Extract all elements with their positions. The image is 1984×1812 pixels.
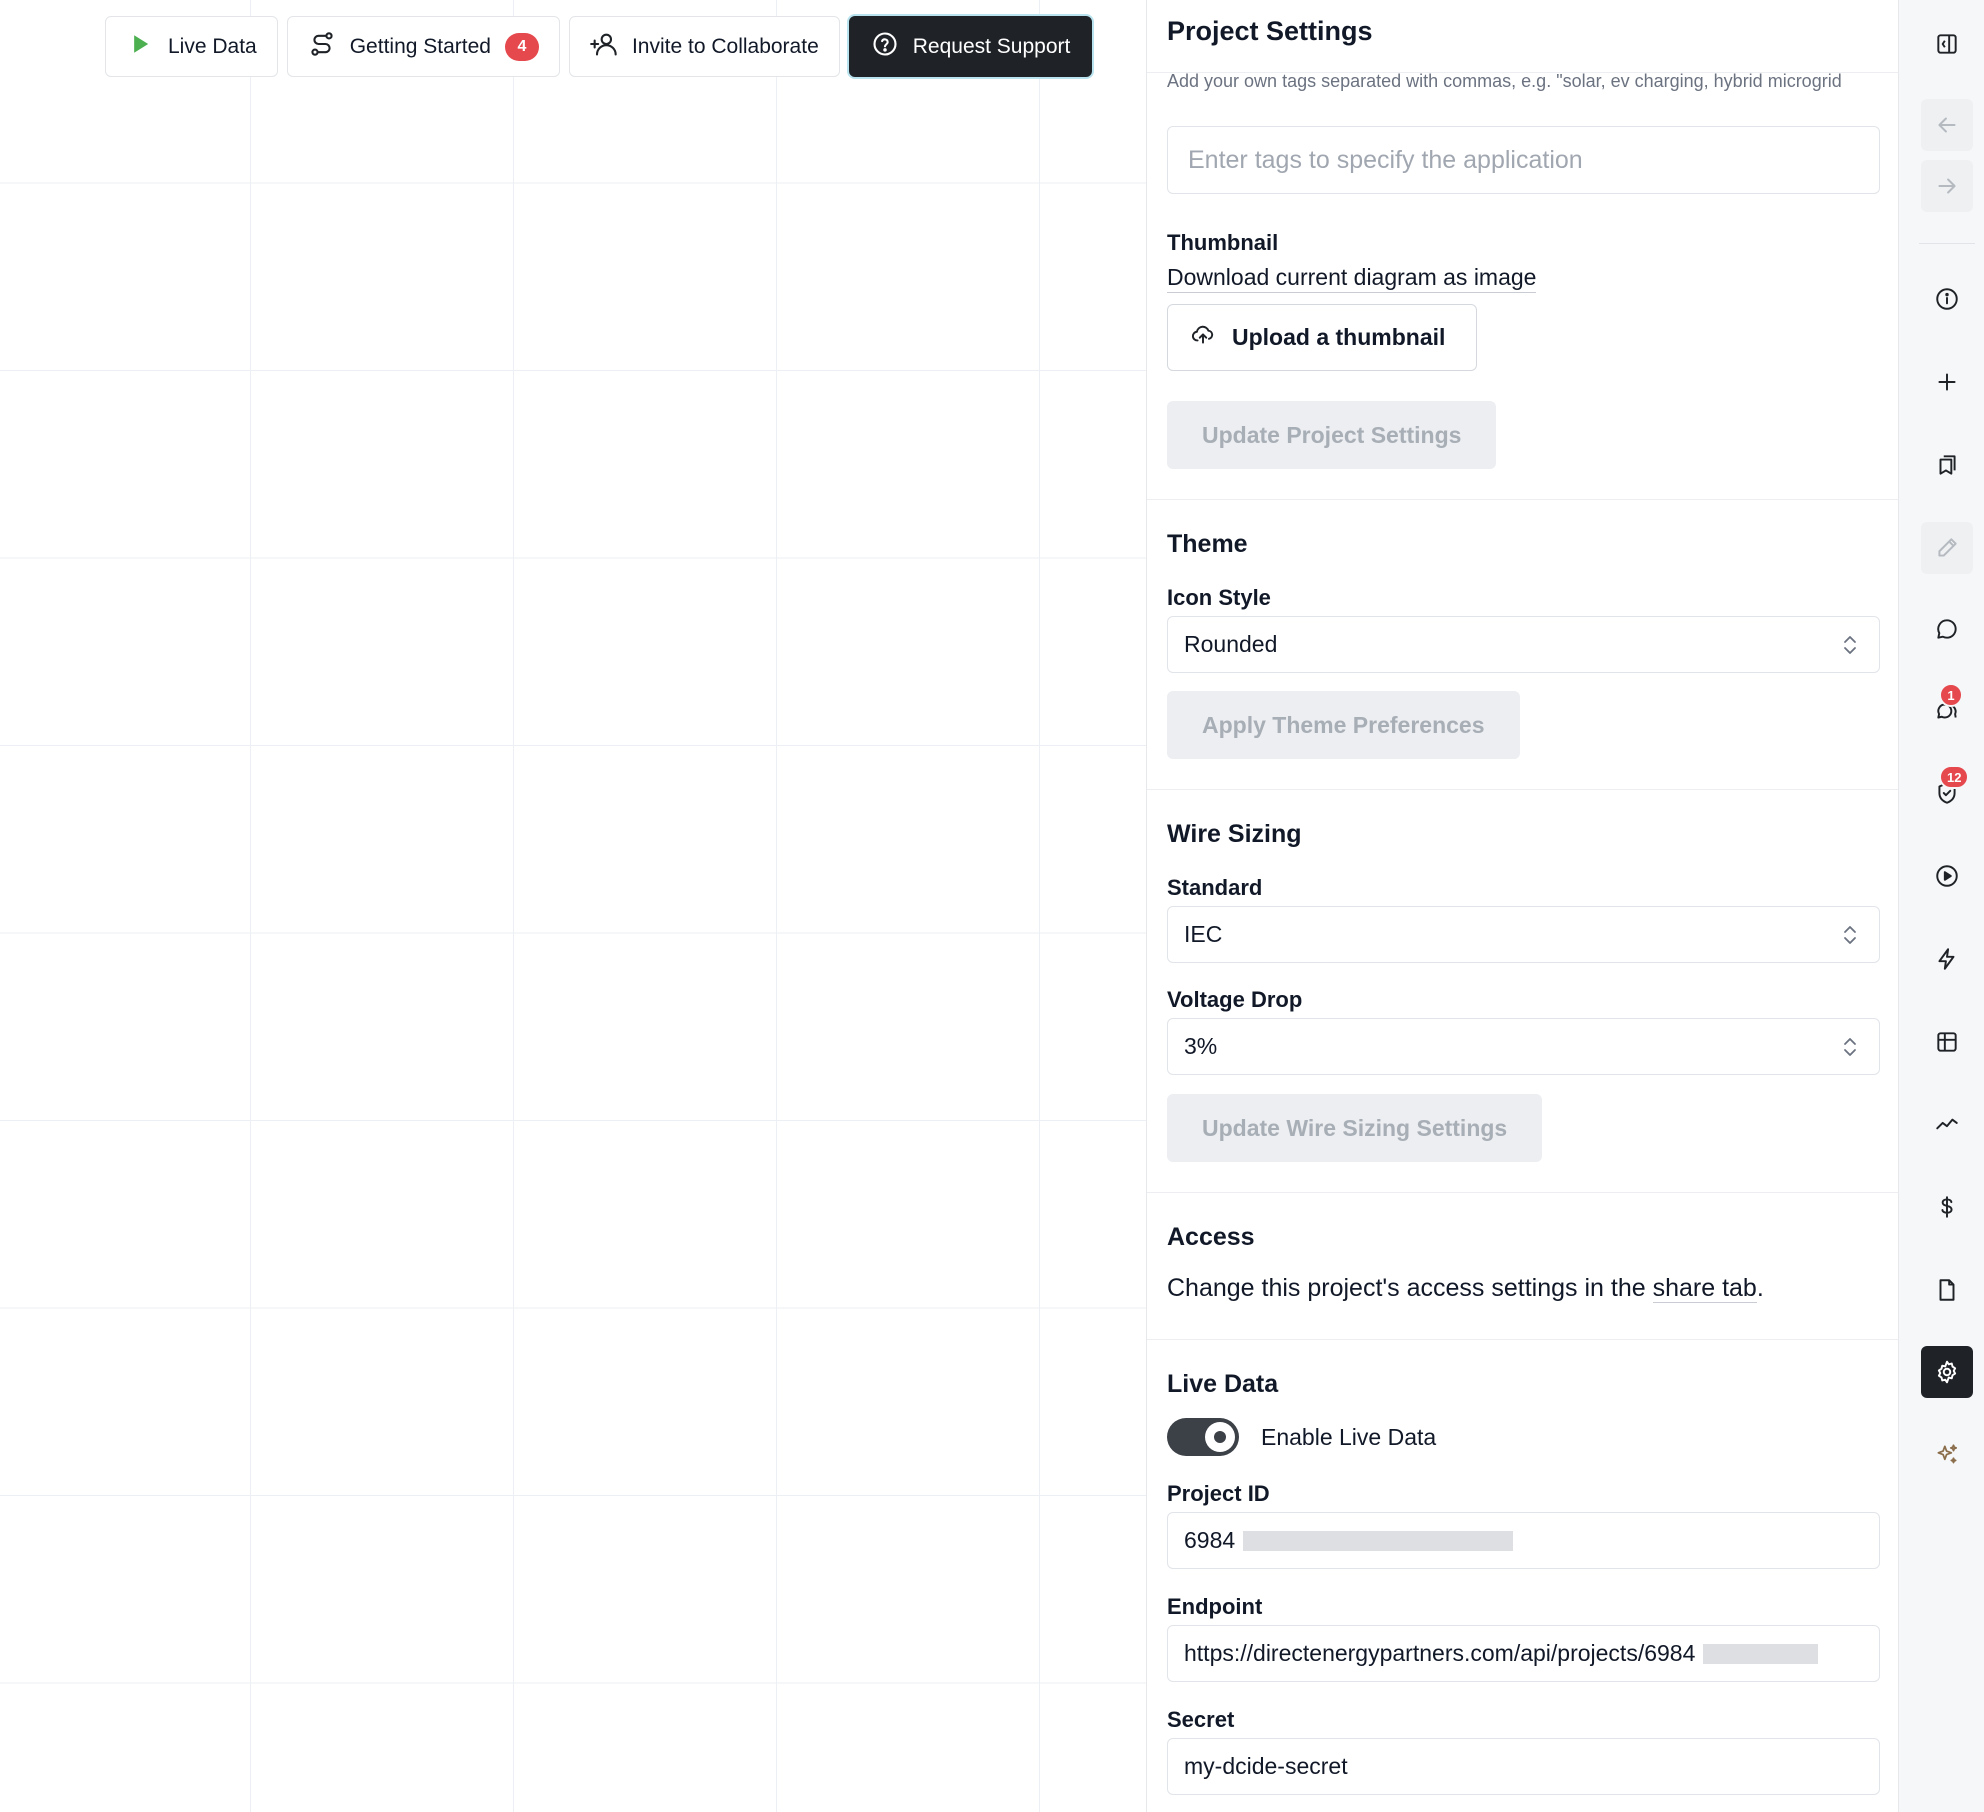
standard-select[interactable]: IEC — [1167, 906, 1880, 963]
trend-line-icon[interactable] — [1921, 1098, 1973, 1150]
table-icon[interactable] — [1921, 1016, 1973, 1068]
document-icon[interactable] — [1921, 1264, 1973, 1316]
standard-label: Standard — [1167, 875, 1263, 900]
wire-sizing-title: Wire Sizing — [1167, 820, 1302, 848]
getting-started-count-badge: 4 — [504, 32, 539, 61]
enable-live-data-label: Enable Live Data — [1261, 1424, 1437, 1450]
plus-icon[interactable] — [1921, 356, 1973, 408]
endpoint-field[interactable]: https://directenergypartners.com/api/pro… — [1167, 1625, 1880, 1682]
share-tab-link[interactable]: share tab — [1652, 1274, 1757, 1303]
access-text-end: . — [1756, 1274, 1764, 1302]
standard-value: IEC — [1184, 921, 1223, 947]
live-data-button[interactable]: Live Data — [105, 16, 278, 77]
live-data-title: Live Data — [1167, 1370, 1279, 1398]
download-diagram-link[interactable]: Download current diagram as image — [1167, 264, 1537, 293]
redacted-block — [1243, 1530, 1514, 1551]
secret-label: Secret — [1167, 1707, 1235, 1732]
right-icon-rail: 1 12 — [1898, 0, 1984, 1812]
project-id-label: Project ID — [1167, 1481, 1270, 1506]
theme-title: Theme — [1167, 530, 1248, 558]
arrow-right-icon[interactable] — [1921, 160, 1973, 212]
enable-live-data-toggle[interactable] — [1167, 1418, 1239, 1456]
toggle-knob — [1205, 1422, 1235, 1452]
dollar-icon[interactable] — [1921, 1181, 1973, 1233]
icon-style-value: Rounded — [1184, 631, 1278, 657]
section-divider — [1147, 789, 1898, 790]
cloud-upload-icon — [1190, 322, 1216, 354]
project-id-value: 6984 — [1184, 1527, 1236, 1553]
arrow-left-icon[interactable] — [1921, 99, 1973, 151]
endpoint-label: Endpoint — [1167, 1594, 1263, 1619]
bookmarks-icon[interactable] — [1921, 439, 1973, 491]
sparkles-icon[interactable] — [1921, 1429, 1973, 1481]
secret-value: my-dcide-secret — [1184, 1753, 1348, 1779]
settings-icon[interactable] — [1921, 1346, 1973, 1398]
select-chevrons-icon — [1844, 1037, 1856, 1056]
upload-thumbnail-label: Upload a thumbnail — [1232, 324, 1446, 350]
chat-icon[interactable] — [1921, 603, 1973, 655]
endpoint-value: https://directenergypartners.com/api/pro… — [1184, 1640, 1696, 1666]
request-support-label: Request Support — [912, 34, 1071, 58]
invite-collaborate-button[interactable]: Invite to Collaborate — [568, 16, 840, 77]
route-icon — [308, 30, 336, 64]
icon-style-label: Icon Style — [1167, 585, 1271, 610]
info-icon[interactable] — [1921, 273, 1973, 325]
select-chevrons-icon — [1844, 925, 1856, 944]
pencil-icon[interactable] — [1921, 522, 1973, 574]
diagram-canvas[interactable]: Live Data Getting Started 4 Invite to Co… — [0, 0, 1146, 1812]
update-project-settings-button[interactable]: Update Project Settings — [1167, 401, 1497, 469]
thumbnail-label: Thumbnail — [1167, 230, 1279, 255]
lightning-icon[interactable] — [1921, 933, 1973, 985]
redacted-block — [1703, 1643, 1819, 1664]
play-icon — [126, 30, 154, 64]
tags-input[interactable]: Enter tags to specify the application — [1167, 126, 1880, 194]
panel-title: Project Settings — [1167, 16, 1373, 46]
project-settings-panel: Project Settings Add your own tags separ… — [1146, 0, 1898, 1812]
invite-label: Invite to Collaborate — [631, 34, 819, 58]
help-circle-icon — [871, 30, 899, 64]
section-divider — [1147, 1192, 1898, 1193]
panel-toggle-icon[interactable] — [1921, 18, 1973, 70]
request-support-button[interactable]: Request Support — [848, 16, 1093, 77]
section-divider — [1147, 499, 1898, 500]
upload-thumbnail-button[interactable]: Upload a thumbnail — [1167, 304, 1477, 371]
voltage-drop-select[interactable]: 3% — [1167, 1018, 1880, 1075]
live-data-label: Live Data — [168, 34, 257, 58]
tags-hint: Add your own tags separated with commas,… — [1167, 71, 1842, 91]
shield-count-badge: 12 — [1939, 765, 1970, 789]
apply-theme-button[interactable]: Apply Theme Preferences — [1167, 691, 1520, 759]
voltage-drop-value: 3% — [1184, 1033, 1218, 1059]
select-chevrons-icon — [1844, 635, 1856, 654]
access-title: Access — [1167, 1223, 1255, 1251]
update-wire-sizing-button[interactable]: Update Wire Sizing Settings — [1167, 1094, 1543, 1162]
top-toolbar: Live Data Getting Started 4 Invite to Co… — [105, 16, 1093, 77]
secret-field[interactable]: my-dcide-secret — [1167, 1738, 1880, 1795]
icon-style-select[interactable]: Rounded — [1167, 616, 1880, 673]
access-text: Change this project's access settings in… — [1167, 1274, 1653, 1302]
project-id-field[interactable]: 6984 — [1167, 1512, 1880, 1569]
add-user-icon — [590, 30, 618, 64]
access-description: Change this project's access settings in… — [1167, 1274, 1764, 1303]
rail-divider — [1919, 243, 1975, 244]
comments-count-badge: 1 — [1939, 683, 1963, 707]
section-divider — [1147, 1339, 1898, 1340]
play-circle-icon[interactable] — [1921, 850, 1973, 902]
voltage-drop-label: Voltage Drop — [1167, 987, 1303, 1012]
getting-started-label: Getting Started — [349, 34, 491, 58]
getting-started-button[interactable]: Getting Started 4 — [286, 16, 560, 77]
